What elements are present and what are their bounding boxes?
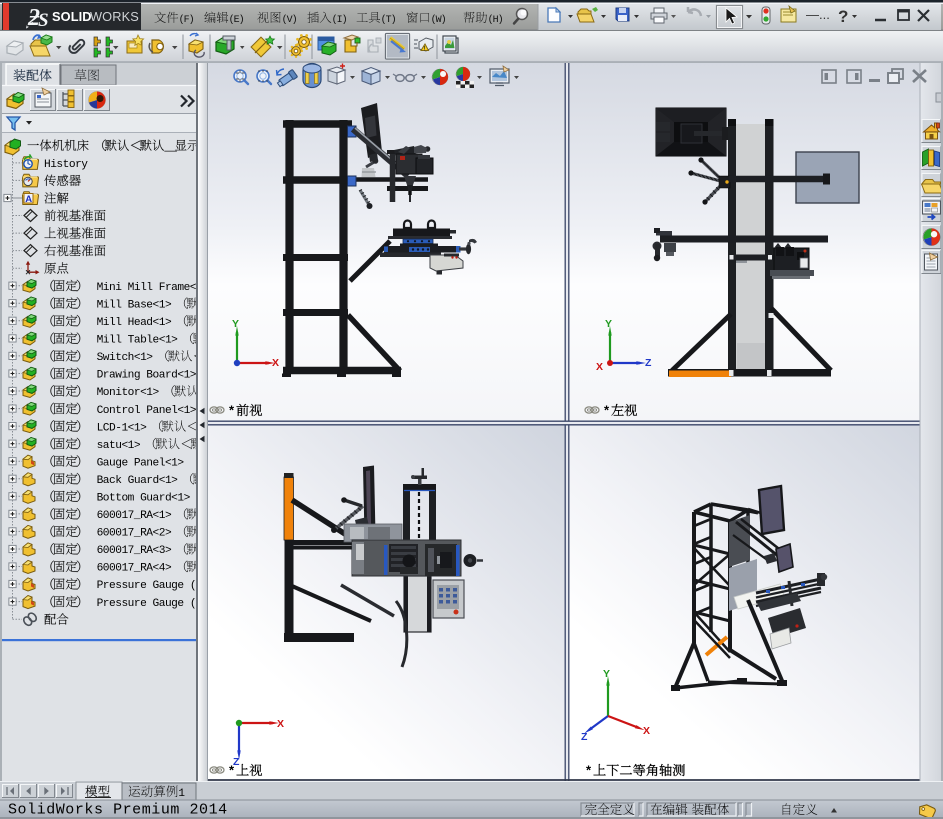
svg-text:SolidWorks Premium 2014: SolidWorks Premium 2014	[8, 802, 228, 819]
svg-text:satu<1>: satu<1>	[97, 440, 147, 452]
svg-text:(W): (W)	[431, 14, 446, 26]
svg-text:LCD-1<1>: LCD-1<1>	[97, 422, 153, 434]
svg-text:600017_RA<2>: 600017_RA<2>	[97, 528, 178, 540]
svg-text:!: !	[424, 47, 426, 53]
svg-text:Control Panel<1>: Control Panel<1>	[97, 405, 203, 417]
svg-text:(V): (V)	[282, 14, 297, 26]
svg-text:600017_RA<1>: 600017_RA<1>	[97, 510, 178, 522]
svg-text:Drawing Board<1>: Drawing Board<1>	[97, 370, 203, 382]
svg-text:Switch<1>: Switch<1>	[97, 352, 159, 364]
svg-text:A: A	[25, 194, 32, 205]
svg-text:WORKS: WORKS	[90, 9, 139, 24]
svg-text:X: X	[643, 725, 650, 737]
svg-text:Mill Head<1>: Mill Head<1>	[97, 317, 178, 329]
svg-text:X: X	[277, 718, 284, 730]
svg-text:Y: Y	[232, 318, 239, 330]
svg-text:1: 1	[178, 788, 185, 800]
svg-text:600017_RA<3>: 600017_RA<3>	[97, 545, 178, 557]
svg-text:Mill Table<1>: Mill Table<1>	[97, 335, 184, 347]
svg-text:Back Guard<1>: Back Guard<1>	[97, 475, 184, 487]
svg-text:?: ?	[838, 7, 848, 26]
svg-text:Bottom Guard<1>: Bottom Guard<1>	[97, 493, 196, 505]
svg-text:Y: Y	[605, 318, 612, 330]
svg-text:SOLID: SOLID	[52, 9, 92, 24]
svg-text:X: X	[272, 357, 279, 369]
svg-text:X: X	[596, 361, 603, 373]
svg-text:Pressure Gauge: Pressure Gauge	[97, 580, 190, 592]
svg-text:S: S	[38, 10, 49, 31]
svg-text:(T): (T)	[381, 14, 396, 26]
svg-text:Monitor<1>: Monitor<1>	[97, 387, 165, 399]
svg-text:(H): (H)	[488, 14, 503, 26]
svg-text:(E): (E)	[229, 14, 244, 26]
svg-text:(I): (I)	[332, 14, 347, 26]
svg-text:History: History	[44, 159, 88, 171]
svg-text:Pressure Gauge: Pressure Gauge	[97, 598, 190, 610]
svg-text:(F): (F)	[179, 14, 194, 26]
svg-text:Mill Base<1>: Mill Base<1>	[97, 299, 178, 311]
svg-text:Y: Y	[603, 668, 610, 680]
svg-text:Z: Z	[645, 357, 652, 369]
svg-text:600017_RA<4>: 600017_RA<4>	[97, 563, 178, 575]
svg-text:Z: Z	[581, 731, 588, 743]
svg-text:—...: —...	[806, 7, 830, 22]
svg-text:Gauge Panel<1>: Gauge Panel<1>	[97, 457, 190, 469]
